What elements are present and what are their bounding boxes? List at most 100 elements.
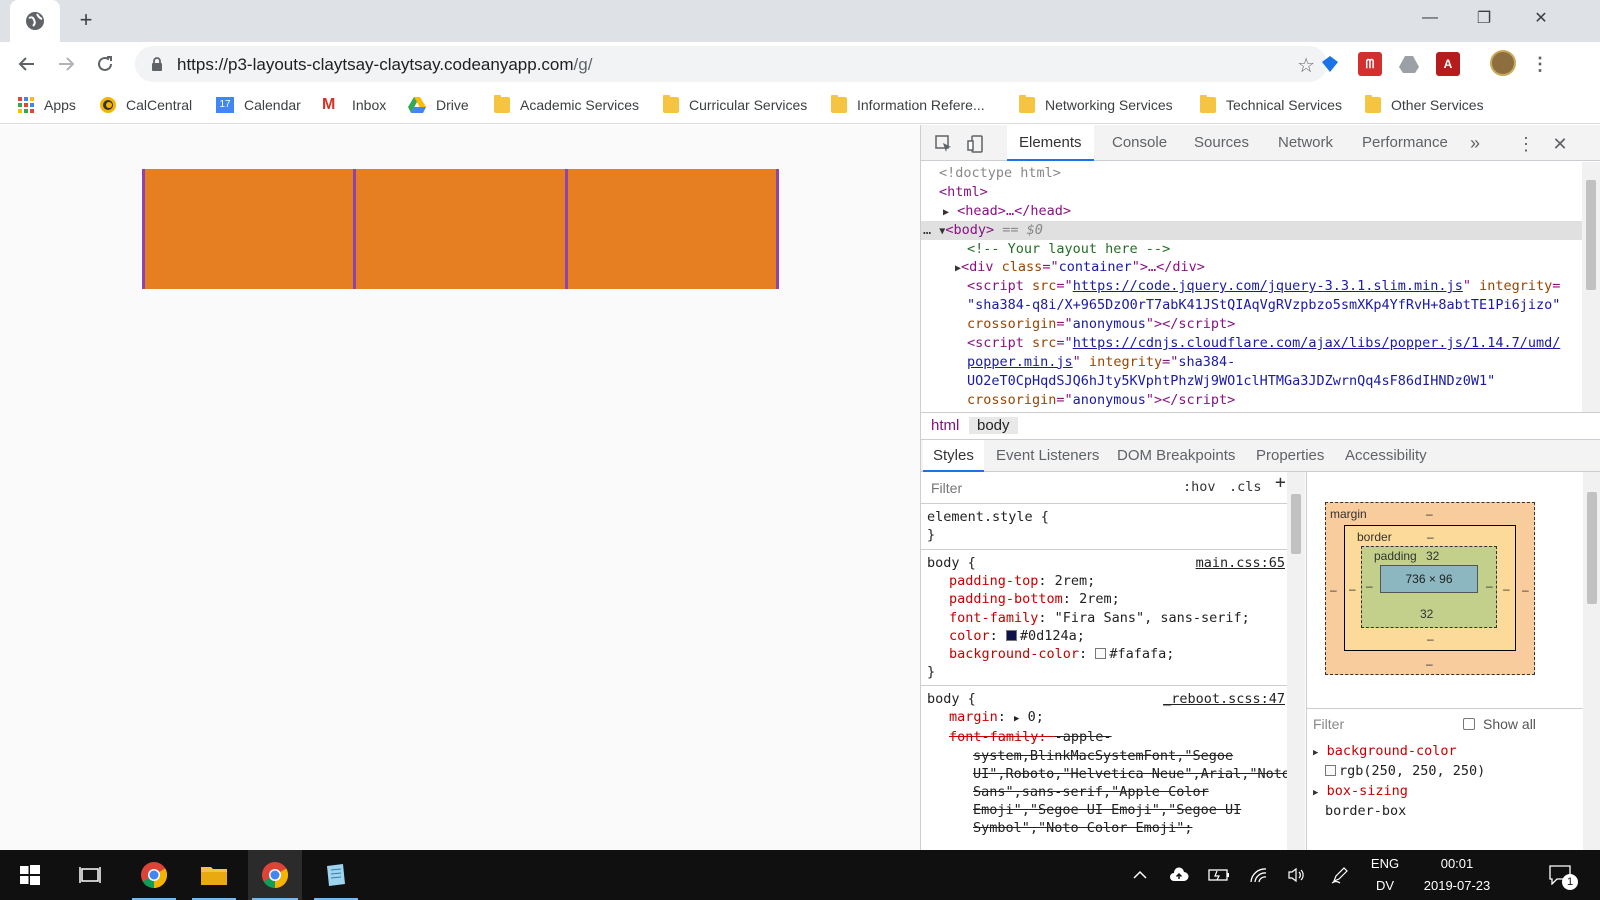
element-style-rule[interactable]: element.style { } xyxy=(921,504,1305,550)
bookmark-calendar[interactable]: 17 Calendar xyxy=(216,94,301,116)
bookmark-information-reference[interactable]: Information Refere... xyxy=(831,94,985,116)
breadcrumb-html[interactable]: html xyxy=(931,417,959,434)
clock[interactable]: 00:01 2019-07-23 xyxy=(1412,850,1502,900)
hov-toggle[interactable]: :hov xyxy=(1183,478,1216,496)
close-devtools-icon[interactable]: ✕ xyxy=(1549,133,1571,155)
bookmark-calcentral[interactable]: CalCentral xyxy=(100,94,192,116)
dom-head[interactable]: ▶ <head>…</head> xyxy=(921,202,1583,221)
extension-acrobat-icon[interactable]: A xyxy=(1436,52,1460,76)
extension-drive-icon[interactable] xyxy=(1397,52,1421,76)
bookmark-label: Academic Services xyxy=(520,97,640,113)
volume-icon[interactable] xyxy=(1283,850,1311,900)
styles-filter-input[interactable] xyxy=(927,476,1175,500)
bookmark-star-icon[interactable]: ☆ xyxy=(1297,53,1315,78)
dom-scrollbar[interactable] xyxy=(1582,162,1600,412)
task-view-button[interactable] xyxy=(70,850,110,900)
taskbar-chrome-2[interactable] xyxy=(248,850,302,900)
tab-network[interactable]: Network xyxy=(1278,125,1333,161)
color-swatch[interactable] xyxy=(1005,629,1017,641)
device-toolbar-icon[interactable] xyxy=(965,133,987,155)
style-rule-main-css[interactable]: body {main.css:65 padding-top: 2rem; pad… xyxy=(921,550,1305,686)
tab-accessibility[interactable]: Accessibility xyxy=(1345,440,1427,472)
dom-html[interactable]: <html> xyxy=(921,183,1583,202)
taskbar-file-explorer[interactable] xyxy=(188,850,240,900)
tab-event-listeners[interactable]: Event Listeners xyxy=(996,440,1099,472)
box-model-content[interactable]: 736 × 96 xyxy=(1380,565,1478,593)
style-property[interactable]: color: #0d124a; xyxy=(927,627,1299,645)
dom-body-selected[interactable]: … ▼<body> == $0 xyxy=(921,220,1583,240)
start-button[interactable] xyxy=(10,850,50,900)
style-property[interactable]: padding-bottom: 2rem; xyxy=(927,590,1299,608)
tab-sources[interactable]: Sources xyxy=(1194,125,1249,161)
source-link[interactable]: main.css:65 xyxy=(1196,554,1285,572)
style-property-overridden[interactable]: font-family: -apple- xyxy=(927,728,1299,746)
taskbar-chrome-1[interactable] xyxy=(128,850,180,900)
source-link[interactable]: _reboot.scss:47 xyxy=(1163,690,1285,708)
tab-elements[interactable]: Elements xyxy=(1007,125,1094,161)
styles-scrollbar[interactable] xyxy=(1287,472,1305,850)
extension-shield-icon[interactable] xyxy=(1318,52,1342,76)
bookmark-academic-services[interactable]: Academic Services xyxy=(494,94,639,116)
profile-avatar[interactable] xyxy=(1490,50,1516,76)
box-model-padding[interactable]: padding 32 – – 32 736 × 96 xyxy=(1361,546,1497,628)
new-style-rule-button[interactable]: + xyxy=(1275,473,1286,492)
tab-dom-breakpoints[interactable]: DOM Breakpoints xyxy=(1117,440,1235,472)
dom-script-popper[interactable]: <script src="https://cdnjs.cloudflare.co… xyxy=(921,334,1583,353)
bookmark-inbox[interactable]: M Inbox xyxy=(322,94,386,116)
input-language-indicator[interactable]: ENG DV xyxy=(1364,850,1406,900)
tab-performance[interactable]: Performance xyxy=(1362,125,1448,161)
more-tabs-button[interactable]: » xyxy=(1470,125,1480,161)
address-bar[interactable]: https://p3-layouts-claytsay-claytsay.cod… xyxy=(135,46,1327,82)
wifi-icon[interactable] xyxy=(1245,850,1273,900)
inspect-element-icon[interactable] xyxy=(933,133,955,155)
tab-console[interactable]: Console xyxy=(1112,125,1167,161)
battery-icon[interactable] xyxy=(1205,850,1233,900)
dom-container-div[interactable]: ▶<div class="container">…</div> xyxy=(921,258,1583,277)
reload-button[interactable] xyxy=(91,50,119,78)
box-model-border[interactable]: border – – – – padding 32 – – 32 736 × 9… xyxy=(1344,525,1516,651)
style-rule-reboot[interactable]: body {_reboot.scss:47 margin: ▶ 0; font-… xyxy=(921,686,1305,850)
browser-tab[interactable] xyxy=(10,0,60,42)
breadcrumb-body[interactable]: body xyxy=(969,417,1018,434)
cloud-upload-icon[interactable] xyxy=(1165,850,1193,900)
close-window-button[interactable]: ✕ xyxy=(1526,6,1556,30)
bookmark-other-services[interactable]: Other Services xyxy=(1365,94,1484,116)
dom-doctype[interactable]: <!doctype html> xyxy=(921,164,1583,183)
style-property[interactable]: margin: ▶ 0; xyxy=(927,708,1299,728)
extension-mendeley-icon[interactable]: ᗰ xyxy=(1358,52,1382,76)
cls-toggle[interactable]: .cls xyxy=(1229,478,1262,496)
restore-button[interactable]: ❐ xyxy=(1469,6,1499,30)
computed-filter-input[interactable]: Filter xyxy=(1313,716,1344,732)
chrome-menu-icon[interactable]: ⋮ xyxy=(1528,52,1552,76)
taskbar-notepad[interactable] xyxy=(310,850,362,900)
show-hidden-icons-button[interactable] xyxy=(1128,850,1152,900)
computed-scrollbar[interactable] xyxy=(1583,472,1600,850)
tab-styles[interactable]: Styles xyxy=(923,440,984,472)
computed-property[interactable]: ▶ box-sizing border-box xyxy=(1307,782,1583,820)
scrollbar-thumb[interactable] xyxy=(1291,494,1301,554)
back-button[interactable] xyxy=(13,50,41,78)
scrollbar-thumb[interactable] xyxy=(1586,180,1596,290)
forward-button[interactable] xyxy=(52,50,80,78)
style-property[interactable]: padding-top: 2rem; xyxy=(927,572,1299,590)
computed-property[interactable]: ▶ background-color rgb(250, 250, 250) xyxy=(1307,742,1583,780)
pen-icon[interactable] xyxy=(1326,850,1354,900)
color-swatch[interactable] xyxy=(1095,648,1107,660)
new-tab-button[interactable]: + xyxy=(74,7,98,32)
box-model-margin[interactable]: margin – – – – border – – – – padding 32… xyxy=(1325,502,1535,675)
bookmark-drive[interactable]: Drive xyxy=(408,94,469,116)
bookmark-curricular-services[interactable]: Curricular Services xyxy=(663,94,807,116)
tab-properties[interactable]: Properties xyxy=(1256,440,1324,472)
style-property[interactable]: background-color: #fafafa; xyxy=(927,645,1299,663)
bookmark-technical-services[interactable]: Technical Services xyxy=(1200,94,1342,116)
bookmark-apps[interactable]: Apps xyxy=(18,94,76,116)
minimize-button[interactable]: — xyxy=(1415,6,1445,30)
devtools-menu-icon[interactable]: ⋮ xyxy=(1515,133,1537,155)
style-property[interactable]: font-family: "Fira Sans", sans-serif; xyxy=(927,609,1299,627)
scrollbar-thumb[interactable] xyxy=(1587,492,1597,604)
show-all-checkbox[interactable] xyxy=(1463,718,1475,730)
bookmark-networking-services[interactable]: Networking Services xyxy=(1019,94,1173,116)
dom-script-jquery[interactable]: <script src="https://code.jquery.com/jqu… xyxy=(921,277,1583,296)
dom-comment[interactable]: <!-- Your layout here --> xyxy=(921,240,1583,259)
action-center-button[interactable]: 1 xyxy=(1540,850,1580,900)
